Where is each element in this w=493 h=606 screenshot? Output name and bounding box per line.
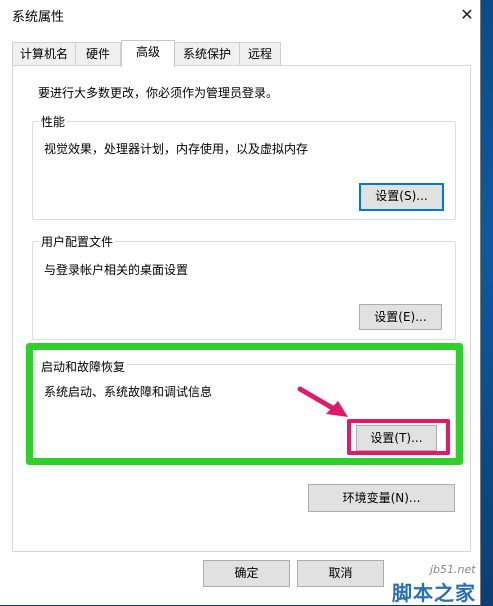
watermark-name: 脚本之家 [392, 581, 476, 605]
admin-notice: 要进行大多数更改，你必须作为管理员登录。 [38, 86, 279, 100]
title-bar: 系统属性 ✕ [0, 0, 480, 30]
pink-button-outline [347, 419, 450, 455]
performance-title: 性能 [39, 113, 68, 130]
performance-group: 性能 视觉效果，处理器计划，内存使用，以及虚拟内存 设置(S)... [32, 113, 456, 220]
user-profiles-settings-button[interactable]: 设置(E)... [359, 304, 442, 330]
system-properties-dialog: 系统属性 ✕ 计算机名 硬件 高级 系统保护 远程 要进行大多数更改，你必须作为… [0, 0, 481, 605]
user-profiles-title: 用户配置文件 [39, 233, 116, 250]
tab-advanced[interactable]: 高级 [121, 40, 175, 67]
ok-button[interactable]: 确定 [203, 560, 290, 587]
tab-remote[interactable]: 远程 [239, 42, 281, 65]
user-profiles-group: 用户配置文件 与登录帐户相关的桌面设置 设置(E)... [32, 233, 456, 340]
performance-description: 视觉效果，处理器计划，内存使用，以及虚拟内存 [44, 142, 309, 156]
tab-hardware[interactable]: 硬件 [75, 42, 121, 65]
tab-strip: 计算机名 硬件 高级 系统保护 远程 [12, 40, 482, 67]
watermark: jb51.net 脚本之家 [380, 560, 493, 605]
tab-system-protection[interactable]: 系统保护 [174, 42, 240, 65]
environment-variables-button[interactable]: 环境变量(N)... [308, 484, 455, 512]
tab-computer-name[interactable]: 计算机名 [12, 42, 76, 65]
window-title: 系统属性 [12, 10, 65, 25]
watermark-url: jb51.net [430, 563, 476, 576]
cancel-button[interactable]: 取消 [297, 560, 384, 587]
user-profiles-description: 与登录帐户相关的桌面设置 [44, 263, 189, 277]
performance-settings-button[interactable]: 设置(S)... [359, 183, 444, 211]
pointer-arrow-icon [297, 386, 348, 417]
close-icon[interactable]: ✕ [455, 4, 479, 26]
